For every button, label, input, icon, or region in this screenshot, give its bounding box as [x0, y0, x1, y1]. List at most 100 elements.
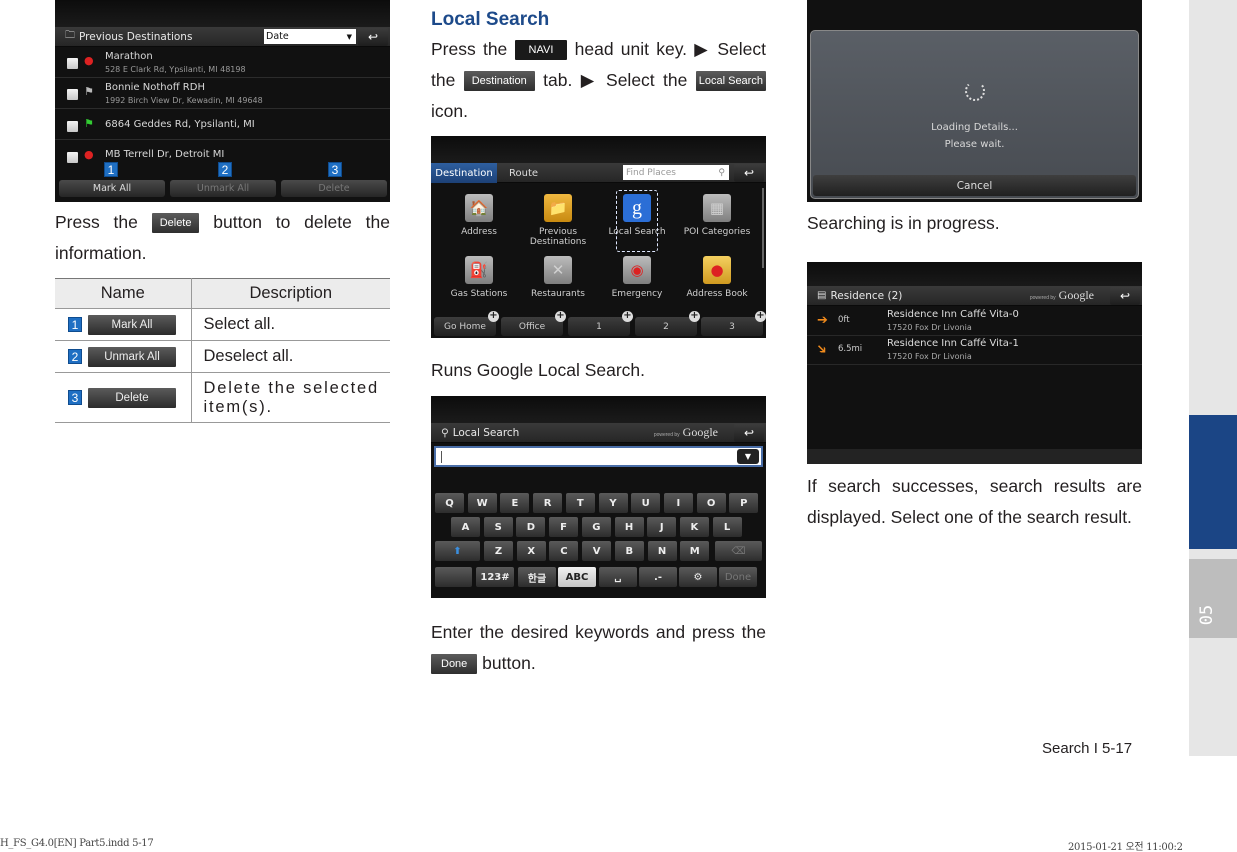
keyword-input[interactable]: ▼ — [434, 446, 763, 467]
menu-restaurants[interactable]: ✕ Restaurants — [518, 256, 598, 299]
key-u[interactable]: U — [631, 493, 661, 513]
tab-destination[interactable]: Destination — [431, 163, 497, 183]
punctuation-key[interactable]: .- — [639, 567, 677, 587]
key-h[interactable]: H — [614, 517, 644, 537]
tab-route[interactable]: Route — [509, 163, 538, 183]
poi-icon: ▦ — [703, 194, 731, 222]
key-d[interactable]: D — [516, 517, 546, 537]
find-places-input[interactable]: Find Places ⚲ — [623, 165, 729, 180]
shift-arrow-icon: ⬆ — [453, 545, 462, 557]
key-k[interactable]: K — [679, 517, 709, 537]
screen-title: Residence (2) — [830, 289, 903, 302]
key-z[interactable]: Z — [484, 541, 513, 561]
checkbox[interactable] — [67, 121, 78, 132]
key-l[interactable]: L — [712, 517, 742, 537]
key-p[interactable]: P — [729, 493, 759, 513]
destination-tab-label: Destination — [463, 71, 535, 92]
menu-local-search[interactable]: g Local Search — [597, 190, 677, 252]
print-slug-file: H_FS_G4.0[EN] Part5.indd 5-17 — [0, 838, 154, 849]
search-icon: ⚲ — [718, 167, 725, 178]
back-button[interactable]: ↩ — [734, 163, 764, 182]
plus-icon: + — [689, 310, 700, 322]
section-heading: Local Search — [431, 9, 550, 30]
menu-poi-categories[interactable]: ▦ POI Categories — [677, 194, 757, 237]
key-n[interactable]: N — [647, 541, 677, 561]
sort-select[interactable]: Date ▼ — [264, 29, 356, 44]
back-button[interactable]: ↩ — [734, 423, 764, 442]
list-item[interactable]: ● Marathon 528 E Clark Rd, Ypsilanti, MI… — [55, 48, 390, 78]
address-book-icon: ● — [703, 256, 731, 284]
key-m[interactable]: M — [680, 541, 710, 561]
key-w[interactable]: W — [467, 493, 497, 513]
back-button[interactable]: ↩ — [1110, 286, 1140, 305]
favorite-office[interactable]: Office + — [501, 311, 566, 336]
favorite-2[interactable]: 2 + — [635, 311, 700, 336]
key-t[interactable]: T — [565, 493, 595, 513]
shift-key[interactable]: ⬆ — [435, 541, 480, 561]
key-x[interactable]: X — [516, 541, 546, 561]
numbers-key[interactable]: 123# — [476, 567, 514, 587]
back-arrow-icon: ↩ — [1119, 288, 1131, 303]
delete-button[interactable]: Delete — [281, 180, 387, 197]
menu-address-book[interactable]: ● Address Book — [677, 256, 757, 299]
result-item[interactable]: ➔ 6.5mi Residence Inn Caffé Vita-1 17520… — [807, 336, 1142, 365]
key-a[interactable]: A — [451, 517, 480, 537]
key-g[interactable]: G — [581, 517, 611, 537]
red-pin-icon: ● — [84, 54, 94, 67]
key-e[interactable]: E — [500, 493, 530, 513]
favorite-go-home[interactable]: Go Home + — [434, 311, 499, 336]
key-f[interactable]: F — [549, 517, 579, 537]
menu-gas-stations[interactable]: ⛽ Gas Stations — [439, 256, 519, 299]
checkbox[interactable] — [67, 89, 78, 100]
key-o[interactable]: O — [696, 493, 726, 513]
abc-key[interactable]: ABC — [558, 567, 596, 587]
unmark-all-button[interactable]: Unmark All — [170, 180, 276, 197]
favorite-3[interactable]: 3 + — [701, 311, 766, 336]
key-q[interactable]: Q — [435, 493, 464, 513]
menu-emergency[interactable]: ◉ Emergency — [597, 256, 677, 299]
history-dropdown-button[interactable]: ▼ — [737, 449, 759, 464]
favorite-1[interactable]: 1 + — [568, 311, 633, 336]
chevron-down-icon: ▼ — [744, 452, 752, 461]
red-pin-icon: ● — [84, 148, 94, 161]
plus-icon: + — [488, 310, 499, 322]
print-slug-date: 2015-01-21 오전 11:00:2 — [1068, 842, 1183, 852]
folder-icon: 📁 — [544, 194, 572, 222]
navi-key-label: NAVI — [514, 40, 568, 61]
result-item[interactable]: ➔ 0ft Residence Inn Caffé Vita-0 17520 F… — [807, 307, 1142, 336]
settings-key[interactable]: ⚙ — [679, 567, 717, 587]
list-item[interactable]: ⚑ Bonnie Nothoff RDH 1992 Birch View Dr,… — [55, 79, 390, 109]
list-item[interactable]: ⚑ 6864 Geddes Rd, Ypsilanti, MI — [55, 110, 390, 140]
space-key[interactable]: ␣ — [599, 567, 637, 587]
key-y[interactable]: Y — [598, 493, 628, 513]
title-bar: ▤ Residence (2) powered by Google ↩ — [807, 286, 1142, 306]
done-key[interactable]: Done — [719, 567, 757, 587]
key-j[interactable]: J — [647, 517, 677, 537]
menu-previous-destinations[interactable]: 📁 Previous Destinations — [518, 194, 598, 247]
key-c[interactable]: C — [549, 541, 579, 561]
google-attribution: powered by Google — [653, 425, 718, 439]
previous-destinations-screenshot: 🗀 Previous Destinations Date ▼ ↩ ● Marat… — [55, 0, 390, 202]
scrollbar[interactable] — [762, 188, 764, 268]
house-icon: 🏠 — [465, 194, 493, 222]
checkbox[interactable] — [67, 152, 78, 163]
key-s[interactable]: S — [483, 517, 513, 537]
key-b[interactable]: B — [614, 541, 644, 561]
checkbox[interactable] — [67, 58, 78, 69]
keyboard-caption: Enter the desired keywords and press the… — [431, 622, 766, 675]
input-mode-key[interactable] — [435, 567, 472, 587]
backspace-key[interactable]: ⌫ — [715, 541, 762, 561]
back-button[interactable]: ↩ — [358, 27, 388, 46]
plus-icon: + — [622, 310, 633, 322]
green-flag-icon: ⚑ — [84, 117, 94, 130]
key-r[interactable]: R — [533, 493, 563, 513]
callout-3: 3 — [68, 390, 82, 406]
callout-1: 1 — [68, 317, 82, 333]
mark-all-button[interactable]: Mark All — [59, 180, 165, 197]
menu-address[interactable]: 🏠 Address — [439, 194, 519, 237]
key-i[interactable]: I — [663, 493, 693, 513]
korean-key[interactable]: 한글 — [518, 567, 556, 587]
key-v[interactable]: V — [582, 541, 612, 561]
cancel-button[interactable]: Cancel — [813, 175, 1136, 196]
callout-2: 2 — [218, 162, 232, 177]
